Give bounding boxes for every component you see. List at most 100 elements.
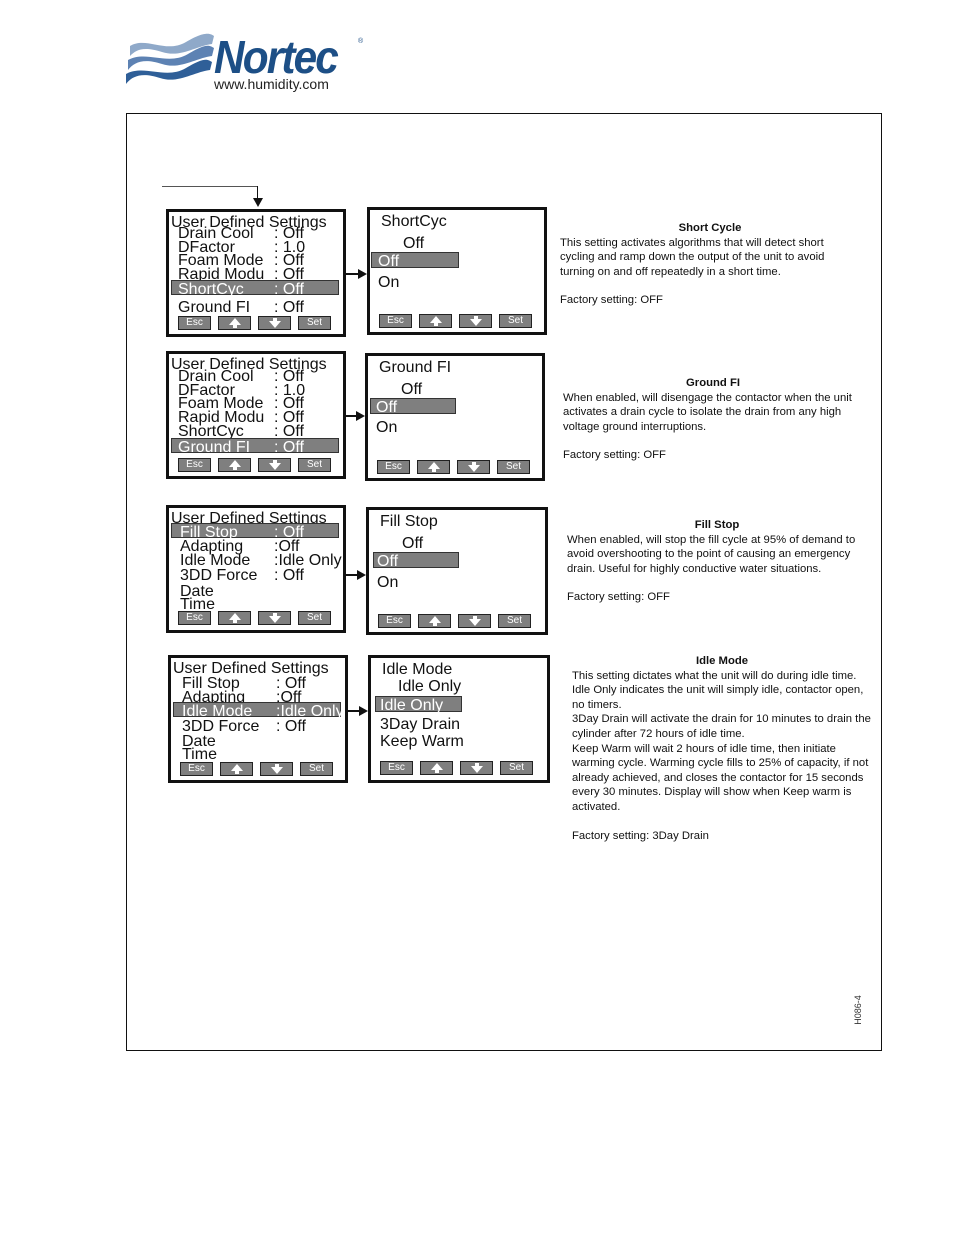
connector-arrow-icon — [358, 269, 367, 279]
menu-row-value: : Off — [274, 439, 304, 456]
up-arrow-icon — [418, 461, 449, 472]
menu-up-arrow-button[interactable] — [220, 762, 253, 776]
option-item[interactable]: Idle Only — [380, 697, 443, 715]
description-text: Keep Warm will wait 2 hours of idle time… — [572, 742, 869, 813]
menu-set-button[interactable]: Set — [298, 611, 331, 625]
option-down-arrow-button[interactable] — [458, 614, 491, 628]
description-spacer — [563, 434, 863, 448]
option-item[interactable]: On — [377, 574, 398, 592]
factory-setting: Factory setting: 3Day Drain — [572, 829, 709, 842]
menu-esc-button[interactable]: Esc — [180, 762, 213, 776]
menu-up-arrow-button[interactable] — [218, 316, 251, 330]
menu-row-label[interactable]: Ground FI — [178, 439, 250, 457]
down-arrow-icon — [460, 315, 491, 326]
option-up-arrow-button[interactable] — [417, 460, 450, 474]
menu-esc-button[interactable]: Esc — [178, 611, 211, 625]
description-text: This setting activates algorithms that w… — [560, 236, 825, 278]
option-item[interactable]: Keep Warm — [380, 733, 464, 751]
up-arrow-icon — [221, 763, 252, 774]
connector-arrow-icon — [357, 570, 366, 580]
current-value: Off — [403, 235, 425, 252]
option-up-arrow-button[interactable] — [419, 314, 452, 328]
down-arrow-icon — [461, 762, 492, 773]
option-up-arrow-button[interactable] — [418, 614, 451, 628]
menu-row-label[interactable]: Ground FI — [178, 299, 250, 317]
description-title: Ground FI — [686, 377, 740, 389]
option-set-button[interactable]: Set — [498, 614, 531, 628]
option-item[interactable]: On — [378, 274, 399, 292]
option-item[interactable]: Off — [378, 253, 399, 271]
option-title: ShortCyc — [381, 213, 447, 230]
figure-id: H086-4 — [853, 995, 863, 1025]
up-arrow-icon — [219, 612, 250, 623]
description-spacer — [572, 815, 872, 829]
option-down-arrow-button[interactable] — [457, 460, 490, 474]
option-up-arrow-button[interactable] — [420, 761, 453, 775]
option-item[interactable]: Off — [376, 399, 397, 417]
description-title: Idle Mode — [695, 655, 749, 667]
option-title: Ground FI — [379, 359, 452, 376]
option-set-button[interactable]: Set — [497, 460, 530, 474]
menu-esc-button[interactable]: Esc — [178, 316, 211, 330]
menu-set-button[interactable]: Set — [298, 458, 331, 472]
registered-mark: ® — [358, 38, 364, 45]
description-text: This setting dictates what the unit will… — [572, 669, 857, 682]
menu-down-arrow-button[interactable] — [258, 316, 291, 330]
description-text: When enabled, will disengage the contact… — [563, 391, 852, 433]
menu-row-value: : Off — [274, 299, 304, 316]
option-down-arrow-button[interactable] — [460, 761, 493, 775]
option-item[interactable]: Off — [377, 553, 398, 571]
option-esc-button[interactable]: Esc — [378, 614, 411, 628]
menu-row-value: : Off — [274, 567, 304, 584]
current-value: Off — [401, 381, 423, 398]
setting-description: Short Cycle This setting activates algori… — [560, 221, 860, 308]
menu-set-button[interactable]: Set — [298, 316, 331, 330]
current-value: Off — [402, 535, 424, 552]
option-set-button[interactable]: Set — [500, 761, 533, 775]
connector-arrow-icon — [359, 706, 368, 716]
up-arrow-icon — [219, 459, 250, 470]
setting-description: Fill Stop When enabled, will stop the fil… — [567, 518, 867, 605]
description-title: Short Cycle — [678, 222, 742, 234]
menu-esc-button[interactable]: Esc — [178, 458, 211, 472]
option-esc-button[interactable]: Esc — [379, 314, 412, 328]
option-item[interactable]: On — [376, 419, 397, 437]
factory-setting: Factory setting: OFF — [560, 294, 663, 307]
factory-setting: Factory setting: OFF — [563, 449, 666, 462]
down-arrow-icon — [459, 615, 490, 626]
description-spacer — [560, 279, 860, 293]
menu-row-value: : Off — [276, 718, 306, 735]
connector-arrow-icon — [356, 411, 365, 421]
menu-down-arrow-button[interactable] — [258, 611, 291, 625]
up-arrow-icon — [421, 762, 452, 773]
setting-description: Ground FI When enabled, will disengage th… — [563, 376, 863, 463]
down-arrow-icon — [259, 612, 290, 623]
menu-set-button[interactable]: Set — [300, 762, 333, 776]
up-arrow-icon — [419, 615, 450, 626]
description-title: Fill Stop — [694, 519, 740, 531]
option-title: Fill Stop — [380, 513, 438, 530]
down-arrow-icon — [458, 461, 489, 472]
option-down-arrow-button[interactable] — [459, 314, 492, 328]
option-set-button[interactable]: Set — [499, 314, 532, 328]
menu-up-arrow-button[interactable] — [218, 458, 251, 472]
entry-line — [162, 186, 258, 187]
description-text: Idle Only indicates the unit will simply… — [572, 684, 864, 711]
menu-up-arrow-button[interactable] — [218, 611, 251, 625]
up-arrow-icon — [219, 317, 250, 328]
option-esc-button[interactable]: Esc — [377, 460, 410, 474]
option-title: Idle Mode — [382, 661, 453, 678]
menu-row-value: : Off — [274, 281, 304, 298]
menu-down-arrow-button[interactable] — [258, 458, 291, 472]
down-arrow-icon — [259, 317, 290, 328]
menu-row-label[interactable]: ShortCyc — [178, 281, 244, 299]
factory-setting: Factory setting: OFF — [567, 591, 670, 604]
down-arrow-icon — [259, 459, 290, 470]
option-item[interactable]: 3Day Drain — [380, 716, 460, 734]
current-value: Idle Only — [398, 678, 462, 695]
option-esc-button[interactable]: Esc — [380, 761, 413, 775]
menu-down-arrow-button[interactable] — [260, 762, 293, 776]
description-text: 3Day Drain will activate the drain for 1… — [572, 713, 871, 740]
description-text: When enabled, will stop the fill cycle a… — [567, 533, 856, 575]
brand-url: www.humidity.com — [214, 76, 329, 92]
